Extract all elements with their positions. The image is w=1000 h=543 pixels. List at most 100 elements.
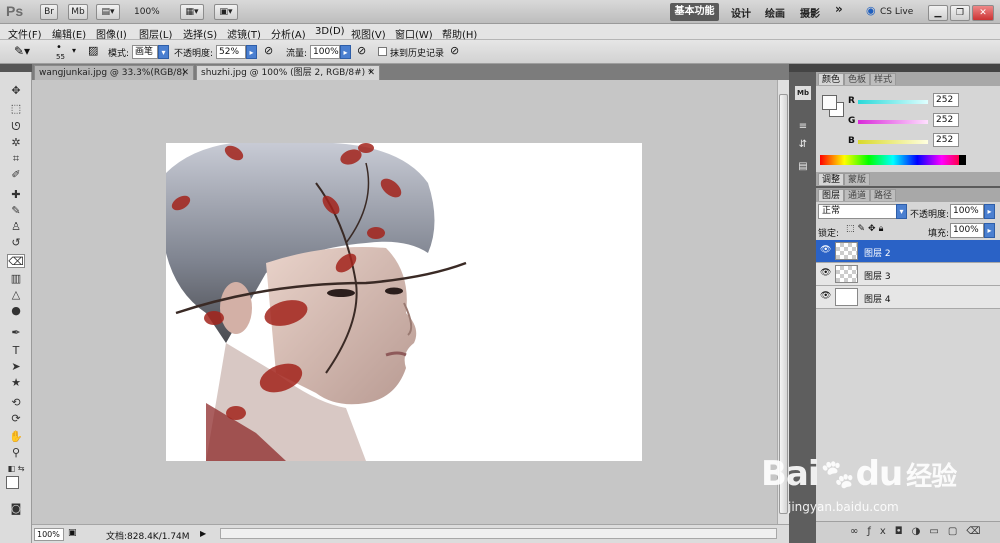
gradient-tool-icon[interactable]: ▥ — [7, 272, 25, 286]
menu-filter[interactable]: 滤镜(T) — [227, 26, 261, 41]
workspace-design[interactable]: 设计 — [731, 5, 751, 20]
tab-wangjunkai[interactable]: wangjunkai.jpg @ 33.3%(RGB/8) ✕ — [34, 65, 194, 80]
quick-select-tool-icon[interactable]: ✲ — [7, 136, 25, 150]
layer-opacity-slider-icon[interactable]: ▸ — [984, 204, 995, 219]
color-spectrum-bar[interactable] — [820, 155, 966, 165]
healing-brush-tool-icon[interactable]: ✚ — [7, 188, 25, 202]
menu-3d[interactable]: 3D(D) — [315, 26, 345, 37]
bridge-button[interactable]: Br — [40, 4, 58, 20]
scroll-thumb[interactable] — [779, 94, 788, 514]
mini-bridge-button[interactable]: Mb — [68, 4, 88, 20]
minimize-button[interactable]: ▁ — [928, 5, 948, 21]
arrange-documents-button[interactable]: ▦▾ — [180, 4, 204, 20]
layer-opacity-field[interactable]: 100% — [950, 204, 984, 219]
workspace-painting[interactable]: 绘画 — [765, 5, 785, 20]
eraser-tool-icon[interactable]: ⌫ — [7, 254, 25, 268]
mode-dropdown-icon[interactable]: ▾ — [158, 45, 169, 59]
menu-edit[interactable]: 编辑(E) — [52, 26, 86, 41]
toolbox-header[interactable] — [0, 64, 32, 72]
fill-field[interactable]: 100% — [950, 223, 984, 238]
horizontal-scrollbar[interactable] — [220, 528, 777, 539]
eraser-preset-icon[interactable]: ✎▾ — [14, 44, 30, 58]
tab-shuzhi[interactable]: shuzhi.jpg @ 100% (图层 2, RGB/8#) * ✕ — [196, 65, 380, 80]
layer-row-3[interactable]: 👁︎ 图层 3 — [816, 263, 1000, 286]
type-tool-icon[interactable]: T — [7, 344, 25, 358]
tab-styles[interactable]: 样式 — [870, 73, 897, 85]
fg-color-chip[interactable] — [822, 95, 837, 110]
pen-tool-icon[interactable]: ✒ — [7, 326, 25, 340]
view-extras-button[interactable]: ▤▾ — [96, 4, 120, 20]
menu-select[interactable]: 选择(S) — [183, 26, 217, 41]
tab-channels[interactable]: 通道 — [844, 189, 871, 201]
path-selection-tool-icon[interactable]: ➤ — [7, 360, 25, 374]
channel-g-slider[interactable] — [858, 120, 928, 124]
cs-live-menu[interactable]: CS Live — [880, 7, 913, 17]
erase-history-checkbox[interactable] — [378, 47, 387, 56]
tab-layers[interactable]: 图层 — [818, 189, 845, 201]
tab-masks[interactable]: 蒙版 — [844, 173, 871, 185]
marquee-tool-icon[interactable]: ⬚ — [7, 102, 25, 116]
menu-file[interactable]: 文件(F) — [8, 26, 42, 41]
foreground-color-swatch[interactable] — [6, 476, 19, 489]
zoom-level-menu[interactable]: 100% — [134, 7, 160, 17]
lock-options-icons[interactable]: ⬚✎✥🔒︎ — [846, 224, 886, 234]
default-colors-icon[interactable]: ◧ ⇆ — [7, 462, 25, 476]
actions-panel-icon[interactable]: ⇵ — [795, 138, 811, 152]
brush-picker-arrow-icon[interactable]: ▾ — [72, 46, 76, 55]
opacity-field[interactable]: 52% — [216, 45, 246, 59]
tablet-pressure-icon[interactable]: ⊘ — [450, 44, 459, 57]
history-brush-tool-icon[interactable]: ↺ — [7, 236, 25, 250]
black-swatch[interactable] — [959, 155, 966, 165]
shape-tool-icon[interactable]: ★ — [7, 376, 25, 390]
tab-paths[interactable]: 路径 — [870, 189, 897, 201]
blend-mode-dropdown-icon[interactable]: ▾ — [896, 204, 907, 219]
channel-r-slider[interactable] — [858, 100, 928, 104]
3d-rotate-tool-icon[interactable]: ⟲ — [7, 396, 25, 410]
layer-row-4[interactable]: 👁︎ 图层 4 — [816, 286, 1000, 309]
3d-orbit-tool-icon[interactable]: ⟳ — [7, 412, 25, 426]
eyedropper-tool-icon[interactable]: ✐ — [7, 168, 25, 182]
menu-view[interactable]: 视图(V) — [351, 26, 386, 41]
status-menu-arrow-icon[interactable]: ▶ — [200, 529, 206, 538]
blur-tool-icon[interactable]: △ — [7, 288, 25, 302]
visibility-eye-icon[interactable]: 👁︎ — [820, 246, 831, 255]
flow-slider-icon[interactable]: ▸ — [340, 45, 351, 59]
more-workspaces-icon[interactable]: » — [835, 2, 843, 16]
tab-swatches[interactable]: 色板 — [844, 73, 871, 85]
close-tab-icon[interactable]: ✕ — [367, 66, 375, 81]
screen-mode-button[interactable]: ▣▾ — [214, 4, 238, 20]
panels-collapse-bar[interactable] — [816, 64, 1000, 72]
flow-field[interactable]: 100% — [310, 45, 340, 59]
zoom-tool-icon[interactable]: ⚲ — [7, 446, 25, 460]
airbrush-icon[interactable]: ⊘ — [357, 44, 366, 57]
visibility-eye-icon[interactable]: 👁︎ — [820, 269, 831, 278]
brush-panel-icon[interactable]: ▨ — [88, 44, 98, 57]
lasso-tool-icon[interactable]: ᘎ — [7, 120, 25, 134]
clone-stamp-tool-icon[interactable]: ♙ — [7, 220, 25, 234]
brush-tool-icon[interactable]: ✎ — [7, 204, 25, 218]
mode-select[interactable]: 画笔 — [132, 45, 158, 59]
fill-slider-icon[interactable]: ▸ — [984, 223, 995, 238]
crop-tool-icon[interactable]: ⌗ — [7, 152, 25, 166]
move-tool-icon[interactable]: ✥ — [7, 84, 25, 98]
tool-presets-icon[interactable]: ▤ — [795, 160, 811, 174]
restore-button[interactable]: ❐ — [950, 5, 970, 21]
opacity-slider-icon[interactable]: ▸ — [246, 45, 257, 59]
workspace-essentials[interactable]: 基本功能 — [670, 3, 719, 21]
tab-adjustments[interactable]: 调整 — [818, 173, 845, 185]
tab-color[interactable]: 颜色 — [818, 73, 845, 85]
blend-mode-select[interactable]: 正常 — [818, 204, 906, 219]
channel-g-value[interactable]: 252 — [933, 113, 959, 127]
history-panel-icon[interactable]: ≡ — [795, 120, 811, 134]
menu-image[interactable]: 图像(I) — [96, 26, 127, 41]
layer-row-2[interactable]: 👁︎ 图层 2 — [816, 240, 1000, 263]
tablet-opacity-icon[interactable]: ⊘ — [264, 44, 273, 57]
status-zoom-field[interactable]: 100% — [34, 528, 64, 541]
menu-layer[interactable]: 图层(L) — [139, 26, 172, 41]
brush-dot-icon[interactable]: • — [56, 42, 62, 53]
close-button[interactable]: ✕ — [972, 5, 994, 21]
menu-help[interactable]: 帮助(H) — [442, 26, 477, 41]
channel-r-value[interactable]: 252 — [933, 93, 959, 107]
channel-b-slider[interactable] — [858, 140, 928, 144]
dock-collapse-bar[interactable] — [789, 64, 816, 72]
